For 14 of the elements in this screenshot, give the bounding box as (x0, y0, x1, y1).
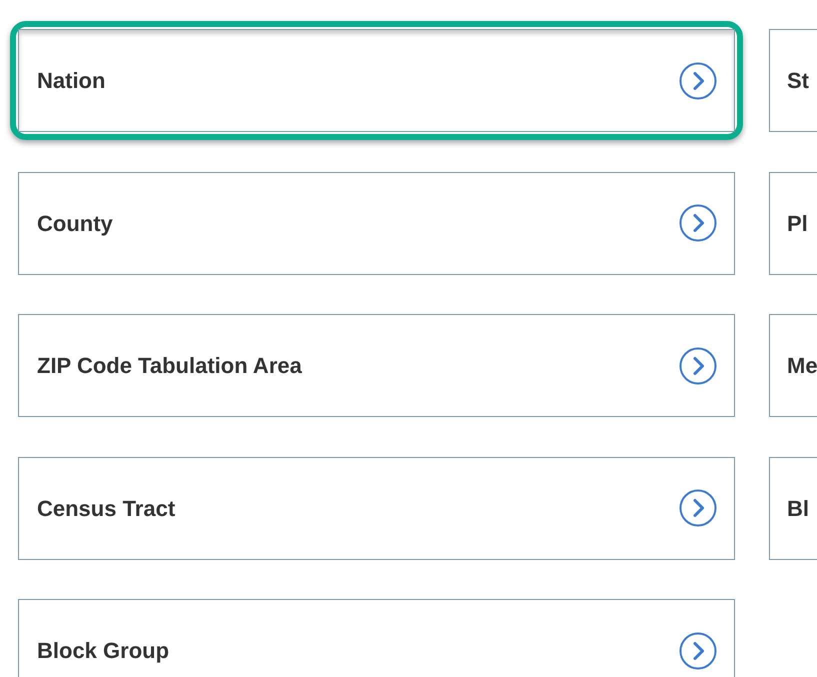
geography-card[interactable]: Census Tract (18, 456, 735, 560)
geography-card[interactable]: Block Group (18, 599, 735, 677)
geography-card[interactable]: St (769, 29, 817, 132)
chevron-circle-icon (678, 60, 718, 100)
geography-card[interactable]: Me (769, 314, 817, 417)
chevron-circle-icon (678, 488, 718, 528)
geography-card[interactable]: ZIP Code Tabulation Area (18, 314, 735, 417)
geography-card[interactable]: Bl (769, 456, 817, 560)
chevron-circle-icon (678, 346, 718, 386)
chevron-circle-icon (678, 630, 718, 670)
chevron-circle-icon (678, 203, 718, 243)
geography-card[interactable]: Nation (18, 29, 735, 132)
geography-card[interactable]: County (18, 172, 735, 274)
geography-card[interactable]: Pl (769, 172, 817, 274)
